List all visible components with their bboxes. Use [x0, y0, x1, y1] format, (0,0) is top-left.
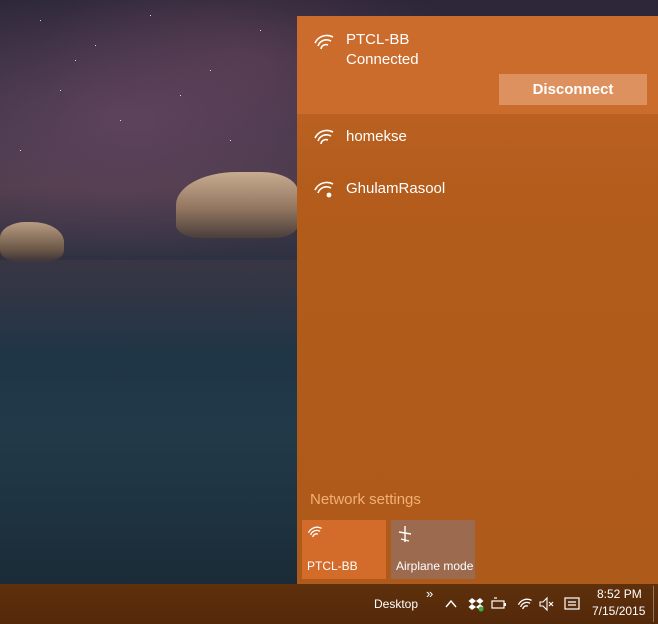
clock-time[interactable]: 8:52 PM [597, 587, 642, 601]
battery-icon[interactable] [491, 596, 507, 612]
clock-date[interactable]: 7/15/2015 [592, 604, 645, 618]
taskbar: Desktop » 8:52 PM 7/15/2015 [0, 584, 658, 624]
wifi-icon[interactable] [517, 596, 533, 612]
quick-action-label: Airplane mode [396, 559, 474, 573]
network-status: Connected [346, 51, 419, 68]
wifi-icon [314, 34, 334, 50]
chevron-up-icon[interactable] [443, 596, 459, 612]
connected-network-item[interactable]: PTCL-BB Connected Disconnect [297, 16, 658, 114]
desktop-toolbar-label[interactable]: Desktop [374, 597, 418, 611]
action-center-icon[interactable] [564, 596, 580, 612]
toolbar-overflow-button[interactable]: » [426, 586, 433, 601]
airplane-icon [398, 526, 412, 542]
network-item-ghulamrasool[interactable]: GhulamRasool [297, 166, 658, 214]
quick-action-label: PTCL-BB [307, 559, 358, 573]
network-settings-link[interactable]: Network settings [310, 491, 421, 508]
wifi-icon [314, 129, 334, 145]
network-item-homekse[interactable]: homekse [297, 114, 658, 162]
quick-action-airplane-mode[interactable]: Airplane mode [391, 520, 475, 579]
wifi-secured-icon [314, 181, 334, 198]
show-desktop-button[interactable] [653, 586, 654, 622]
disconnect-button[interactable]: Disconnect [499, 74, 647, 105]
rock [0, 222, 64, 262]
rock [176, 172, 298, 238]
wifi-icon [307, 526, 322, 538]
network-name: GhulamRasool [346, 180, 446, 197]
dropbox-icon[interactable] [468, 596, 484, 612]
quick-action-wifi[interactable]: PTCL-BB [302, 520, 386, 579]
volume-mute-icon[interactable] [539, 596, 555, 612]
network-name: PTCL-BB [346, 31, 410, 48]
network-flyout: PTCL-BB Connected Disconnect homekse Ghu… [297, 16, 658, 584]
network-name: homekse [346, 128, 407, 145]
